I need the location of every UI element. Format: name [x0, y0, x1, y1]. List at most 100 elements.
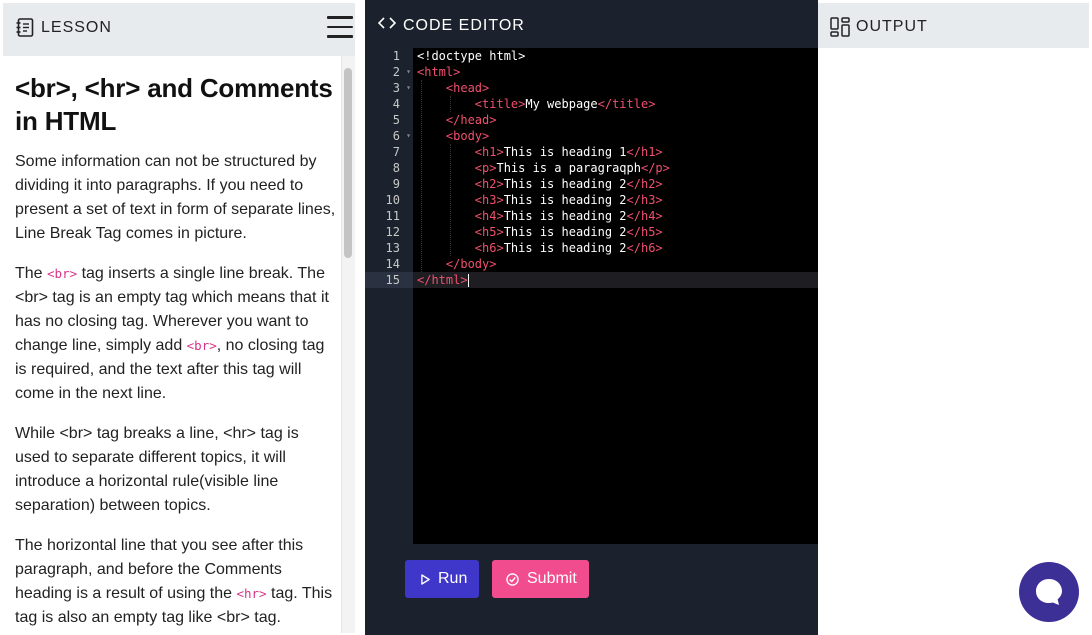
- code-line: <!doctype html>: [417, 48, 670, 64]
- code-tag: <h1>: [474, 145, 504, 159]
- line-number: 10: [385, 193, 400, 207]
- line-number: 9: [392, 177, 400, 191]
- chat-bubble-icon: [1036, 579, 1062, 605]
- code-tag: </title>: [597, 97, 656, 111]
- output-header: OUTPUT: [818, 3, 1089, 48]
- output-panel: OUTPUT: [818, 3, 1089, 633]
- line-number: 2 ▾: [392, 64, 411, 80]
- play-icon: [421, 573, 430, 585]
- inline-code: <br>: [186, 338, 217, 353]
- code-tag: </h2>: [626, 177, 663, 191]
- code-line: <p>This is a paragraqph</p>: [417, 160, 670, 176]
- code-text: This is heading 2: [503, 209, 627, 223]
- code-line: <h5>This is heading 2</h5>: [417, 224, 670, 240]
- line-number: 14: [385, 257, 400, 271]
- output-frame[interactable]: [818, 48, 1089, 633]
- code-text: This is heading 2: [503, 193, 627, 207]
- line-numbers: 1 2 ▾ 3 ▾ 4 5 6 ▾ 7 8 9 10 11 12 13 14 15: [365, 48, 413, 288]
- code-tag: </h1>: [626, 145, 663, 159]
- lesson-title: <br>, <hr> and Comments in HTML: [15, 73, 333, 136]
- code-text: This is heading 2: [503, 177, 627, 191]
- line-number: 12: [385, 225, 400, 239]
- lesson-header-title: LESSON: [41, 19, 112, 36]
- code-tag: </head>: [445, 113, 497, 127]
- code-line: <title>My webpage</title>: [417, 96, 670, 112]
- code-line: </body>: [417, 256, 670, 272]
- code-line: <head>: [417, 80, 670, 96]
- code-tag: </html>: [417, 273, 468, 287]
- code-tag: </h4>: [626, 209, 663, 223]
- code-tag: </body>: [445, 257, 497, 271]
- lesson-content: <br>, <hr> and Comments in HTML Some inf…: [15, 56, 337, 633]
- check-circle-icon: [506, 572, 519, 586]
- code-text: This is heading 1: [503, 145, 627, 159]
- code-line: <h2>This is heading 2</h2>: [417, 176, 670, 192]
- fold-arrow-icon[interactable]: ▾: [406, 80, 411, 96]
- code-editor-panel: CODE EDITOR 1 2 ▾ 3 ▾ 4 5 6 ▾ 7 8 9 10 11 12 13 14 15 <!d…: [365, 0, 818, 635]
- submit-button[interactable]: Submit: [492, 560, 589, 598]
- line-number: 8: [392, 161, 400, 175]
- code-line: <h6>This is heading 2</h6>: [417, 240, 670, 256]
- lesson-paragraph: The <br> tag inserts a single line break…: [15, 262, 337, 406]
- lesson-scrollbar-thumb[interactable]: [344, 68, 352, 258]
- code-text: My webpage: [525, 97, 598, 111]
- code-text: This is heading 2: [503, 241, 627, 255]
- run-button[interactable]: Run: [405, 560, 479, 598]
- code-text: This is heading 2: [503, 225, 627, 239]
- lesson-paragraph: While <br> tag breaks a line, <hr> tag i…: [15, 425, 299, 514]
- line-number: 6 ▾: [392, 128, 411, 144]
- code-tag: </p>: [640, 161, 670, 175]
- inline-code: <hr>: [236, 586, 267, 601]
- line-number: 3 ▾: [392, 80, 411, 96]
- code-text: This is a paragraqph: [496, 161, 641, 175]
- inline-code: <br>: [47, 266, 78, 281]
- lesson-body[interactable]: <br>, <hr> and Comments in HTML Some inf…: [3, 56, 355, 633]
- fold-arrow-icon[interactable]: ▾: [406, 64, 411, 80]
- code-brackets-icon: [378, 17, 396, 29]
- chat-button[interactable]: [1019, 562, 1079, 622]
- code-tag: </h3>: [626, 193, 663, 207]
- code-tag: <body>: [445, 129, 490, 143]
- line-number: 4: [392, 97, 400, 111]
- code-line: <html>: [417, 64, 670, 80]
- text-cursor: [467, 274, 469, 287]
- code-line: <body>: [417, 128, 670, 144]
- code-tag: <html>: [417, 65, 461, 79]
- line-number: 15: [385, 273, 400, 287]
- code-tag: <p>: [474, 161, 497, 175]
- lesson-paragraph: Some information can not be structured b…: [15, 153, 336, 242]
- code-tag: </h6>: [626, 241, 663, 255]
- code-lines[interactable]: <!doctype html> <html> <head> <title>My w…: [417, 48, 670, 288]
- hamburger-menu-icon[interactable]: [327, 16, 353, 40]
- output-header-title: OUTPUT: [856, 18, 928, 35]
- code-textarea[interactable]: 1 2 ▾ 3 ▾ 4 5 6 ▾ 7 8 9 10 11 12 13 14 15 <!doctype html>…: [365, 48, 818, 544]
- code-tag: <title>: [474, 97, 526, 111]
- code-tag: <h2>: [474, 177, 504, 191]
- line-number: 1: [392, 49, 400, 63]
- notebook-icon: [16, 18, 34, 37]
- code-tag: <h4>: [474, 209, 504, 223]
- line-number: 11: [385, 209, 400, 223]
- editor-footer: Run Submit: [365, 544, 818, 635]
- layout-panels-icon: [830, 17, 850, 37]
- code-tag: <h6>: [474, 241, 504, 255]
- fold-arrow-icon[interactable]: ▾: [406, 128, 411, 144]
- lesson-scrollbar[interactable]: [341, 56, 355, 633]
- code-line: </head>: [417, 112, 670, 128]
- code-tag: <head>: [445, 81, 490, 95]
- code-tag: <h3>: [474, 193, 504, 207]
- run-button-label: Run: [438, 570, 468, 587]
- line-number: 7: [392, 145, 400, 159]
- code-tag: </h5>: [626, 225, 663, 239]
